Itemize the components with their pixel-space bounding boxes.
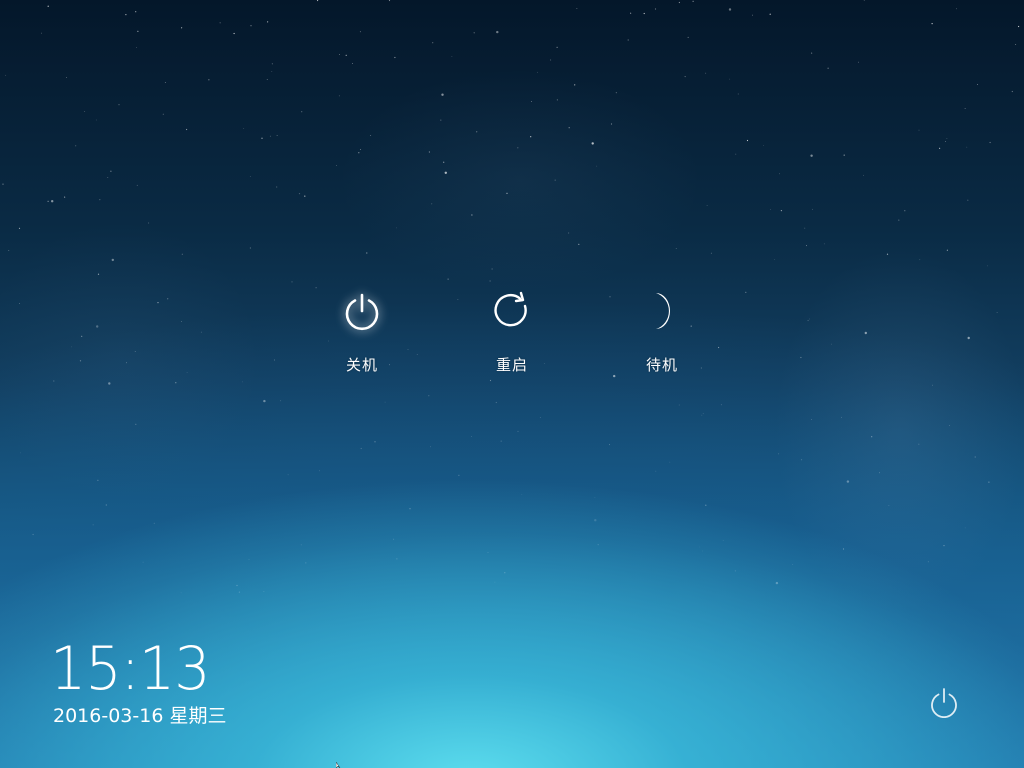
power-icon xyxy=(928,686,960,722)
shutdown-screen: 关机 重启 待机 15:13 2016-03-16 星期三 xyxy=(0,0,1024,768)
shutdown-button[interactable]: 关机 xyxy=(312,286,412,386)
suspend-label: 待机 xyxy=(645,356,678,374)
power-icon xyxy=(337,286,387,336)
restart-icon xyxy=(487,286,537,336)
suspend-button[interactable]: 待机 xyxy=(612,286,712,386)
power-actions: 关机 重启 待机 xyxy=(312,286,712,386)
mouse-cursor xyxy=(336,762,341,768)
restart-button[interactable]: 重启 xyxy=(462,286,562,386)
shutdown-label: 关机 xyxy=(345,356,378,374)
moon-icon xyxy=(637,286,687,336)
clock-date: 2016-03-16 星期三 xyxy=(53,705,227,727)
clock-widget: 15:13 2016-03-16 星期三 xyxy=(50,636,226,728)
clock-time: 15:13 xyxy=(50,634,210,704)
power-menu-button[interactable] xyxy=(926,686,962,722)
restart-label: 重启 xyxy=(495,356,528,374)
